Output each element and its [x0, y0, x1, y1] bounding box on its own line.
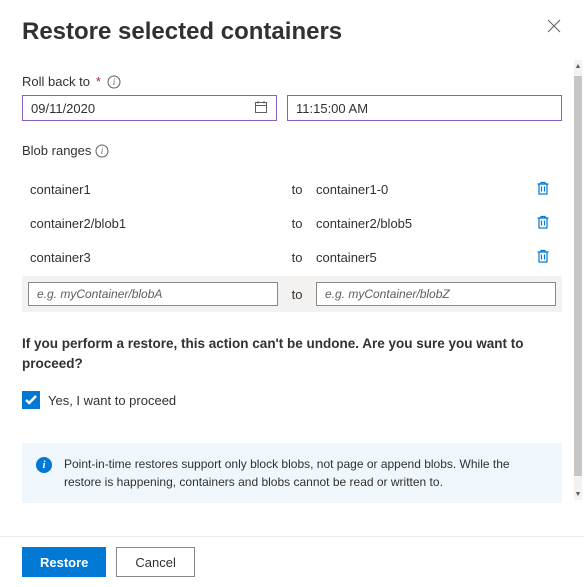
range-to-value: container5: [316, 250, 530, 265]
blob-ranges-label: Blob ranges i: [22, 143, 562, 158]
trash-icon: [536, 180, 550, 196]
rollback-label: Roll back to* i: [22, 74, 562, 89]
time-value: 11:15:00 AM: [296, 101, 368, 116]
cancel-button[interactable]: Cancel: [116, 547, 194, 577]
close-icon: [547, 19, 561, 33]
blob-range-input-row: to: [22, 276, 562, 312]
info-icon: i: [36, 457, 52, 473]
range-to-input[interactable]: [316, 282, 556, 306]
to-label: to: [278, 250, 316, 265]
time-input[interactable]: 11:15:00 AM: [287, 95, 562, 121]
range-from-value: container1: [28, 182, 278, 197]
info-icon[interactable]: i: [95, 144, 109, 158]
blob-range-row: container2/blob1tocontainer2/blob5: [22, 206, 562, 240]
delete-range-button[interactable]: [536, 214, 550, 233]
dialog-title: Restore selected containers: [22, 18, 342, 46]
restore-button[interactable]: Restore: [22, 547, 106, 577]
to-label: to: [278, 216, 316, 231]
calendar-icon[interactable]: [254, 100, 268, 117]
range-from-value: container2/blob1: [28, 216, 278, 231]
range-to-value: container1-0: [316, 182, 530, 197]
consent-label: Yes, I want to proceed: [48, 393, 176, 408]
delete-range-button[interactable]: [536, 180, 550, 199]
date-value: 09/11/2020: [31, 101, 95, 116]
info-icon[interactable]: i: [107, 75, 121, 89]
svg-text:i: i: [113, 77, 116, 87]
close-button[interactable]: [546, 18, 562, 34]
check-icon: [25, 395, 37, 405]
date-input[interactable]: 09/11/2020: [22, 95, 277, 121]
info-banner: i Point-in-time restores support only bl…: [22, 443, 562, 503]
range-from-input[interactable]: [28, 282, 278, 306]
footer: Restore Cancel: [0, 536, 584, 587]
blob-range-row: container1tocontainer1-0: [22, 172, 562, 206]
scroll-up-icon[interactable]: ▲: [574, 62, 582, 70]
trash-icon: [536, 248, 550, 264]
info-text: Point-in-time restores support only bloc…: [64, 455, 548, 491]
delete-range-button[interactable]: [536, 248, 550, 267]
blob-range-row: container3tocontainer5: [22, 240, 562, 274]
scrollbar-thumb[interactable]: [574, 76, 582, 476]
svg-text:i: i: [101, 146, 104, 156]
range-to-value: container2/blob5: [316, 216, 530, 231]
scroll-down-icon[interactable]: ▼: [574, 490, 582, 498]
range-from-value: container3: [28, 250, 278, 265]
to-label: to: [278, 182, 316, 197]
trash-icon: [536, 214, 550, 230]
scrollbar[interactable]: ▲ ▼: [574, 60, 582, 500]
to-label: to: [278, 287, 316, 302]
warning-text: If you perform a restore, this action ca…: [22, 334, 562, 373]
consent-checkbox[interactable]: [22, 391, 40, 409]
